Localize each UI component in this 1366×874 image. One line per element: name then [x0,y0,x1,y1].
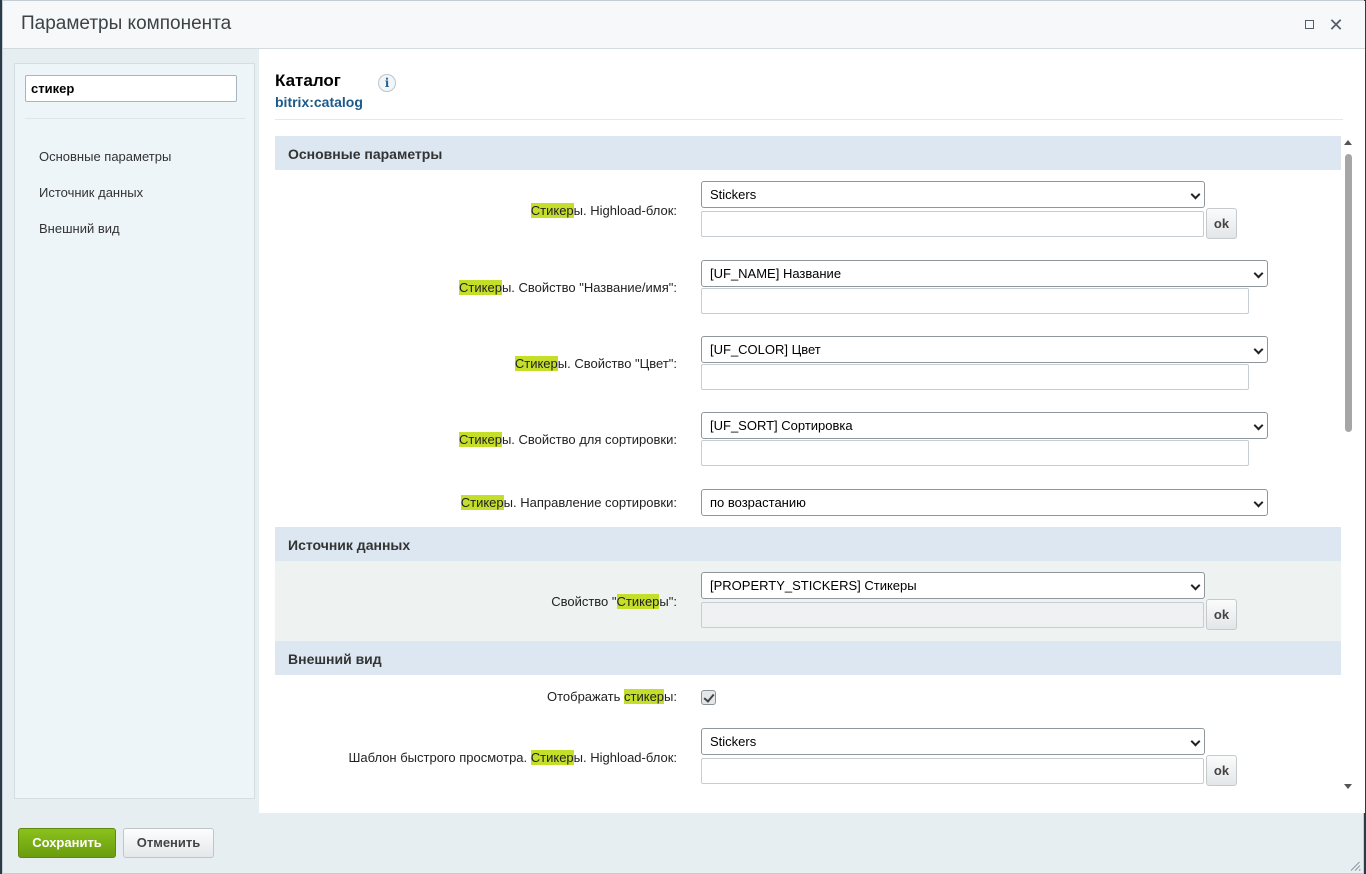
section-appearance: Внешний вид [275,641,1341,675]
quick-view-hlblock-select[interactable]: Stickers [701,728,1205,755]
property-ok-button[interactable]: ok [1206,599,1237,630]
main-content: Каталог i bitrix:catalog Основные параме… [259,49,1365,813]
chevron-down-icon [1190,189,1201,200]
resize-grip-icon[interactable] [1349,859,1361,871]
sidebar-item-appearance[interactable]: Внешний вид [39,221,120,236]
cancel-button[interactable]: Отменить [123,828,214,858]
chevron-down-icon [1253,344,1264,355]
chevron-down-icon [1253,420,1264,431]
param-label-quick-view: Шаблон быстрого просмотра. Стикеры. High… [348,750,677,765]
sort-prop-select[interactable]: [UF_SORT] Сортировка [701,412,1268,439]
component-code: bitrix:catalog [275,94,363,110]
param-label-property: Свойство "Стикеры": [551,594,677,609]
sidebar: Основные параметры Источник данных Внешн… [14,63,255,799]
info-icon[interactable]: i [378,74,396,92]
param-label-sort-dir: Стикеры. Направление сортировки: [460,495,677,510]
sidebar-divider [25,118,245,119]
hlblock-text-input[interactable] [701,211,1204,237]
sidebar-item-basic-params[interactable]: Основные параметры [39,149,171,164]
close-icon[interactable]: ✕ [1326,15,1346,35]
scroll-up-arrow-icon[interactable] [1344,140,1352,145]
param-label-sort-prop: Стикеры. Свойство для сортировки: [459,432,677,447]
quick-view-text-input[interactable] [701,758,1204,784]
component-params-dialog: Параметры компонента ✕ Основные параметр… [2,0,1365,874]
vertical-scrollbar[interactable] [1342,136,1354,793]
name-prop-select[interactable]: [UF_NAME] Название [701,260,1268,287]
color-prop-text-input[interactable] [701,364,1249,390]
color-prop-select[interactable]: [UF_COLOR] Цвет [701,336,1268,363]
param-label-color-prop: Стикеры. Свойство "Цвет": [514,356,677,371]
sort-dir-select[interactable]: по возрастанию [701,489,1268,516]
dialog-title: Параметры компонента [21,13,232,34]
chevron-down-icon [1190,580,1201,591]
param-label-name-prop: Стикеры. Свойство "Название/имя": [459,280,677,295]
property-text-input[interactable] [701,602,1204,628]
scroll-down-arrow-icon[interactable] [1344,784,1352,789]
maximize-icon[interactable] [1299,15,1319,35]
chevron-down-icon [1253,497,1264,508]
section-basic-params: Основные параметры [275,136,1341,170]
sidebar-item-data-source[interactable]: Источник данных [39,185,143,200]
scroll-thumb[interactable] [1345,154,1352,432]
hlblock-select[interactable]: Stickers [701,181,1205,208]
sort-prop-text-input[interactable] [701,440,1249,466]
param-label-show-stickers: Отображать стикеры: [546,689,677,704]
chevron-down-icon [1190,736,1201,747]
show-stickers-checkbox[interactable] [701,690,716,705]
hlblock-ok-button[interactable]: ok [1206,208,1237,239]
save-button[interactable]: Сохранить [18,828,116,858]
name-prop-text-input[interactable] [701,288,1249,314]
param-label-hlblock: Стикеры. Highload-блок: [530,203,677,218]
search-input[interactable] [25,75,237,102]
header-divider [275,119,1343,120]
chevron-down-icon [1253,268,1264,279]
params-scroll-area[interactable]: Основные параметры Стикеры. Highload-бло… [275,136,1341,793]
property-select[interactable]: [PROPERTY_STICKERS] Стикеры [701,572,1205,599]
component-title: Каталог [275,71,341,90]
section-data-source: Источник данных [275,527,1341,561]
quick-view-ok-button[interactable]: ok [1206,755,1237,786]
dialog-titlebar[interactable]: Параметры компонента ✕ [3,1,1365,49]
